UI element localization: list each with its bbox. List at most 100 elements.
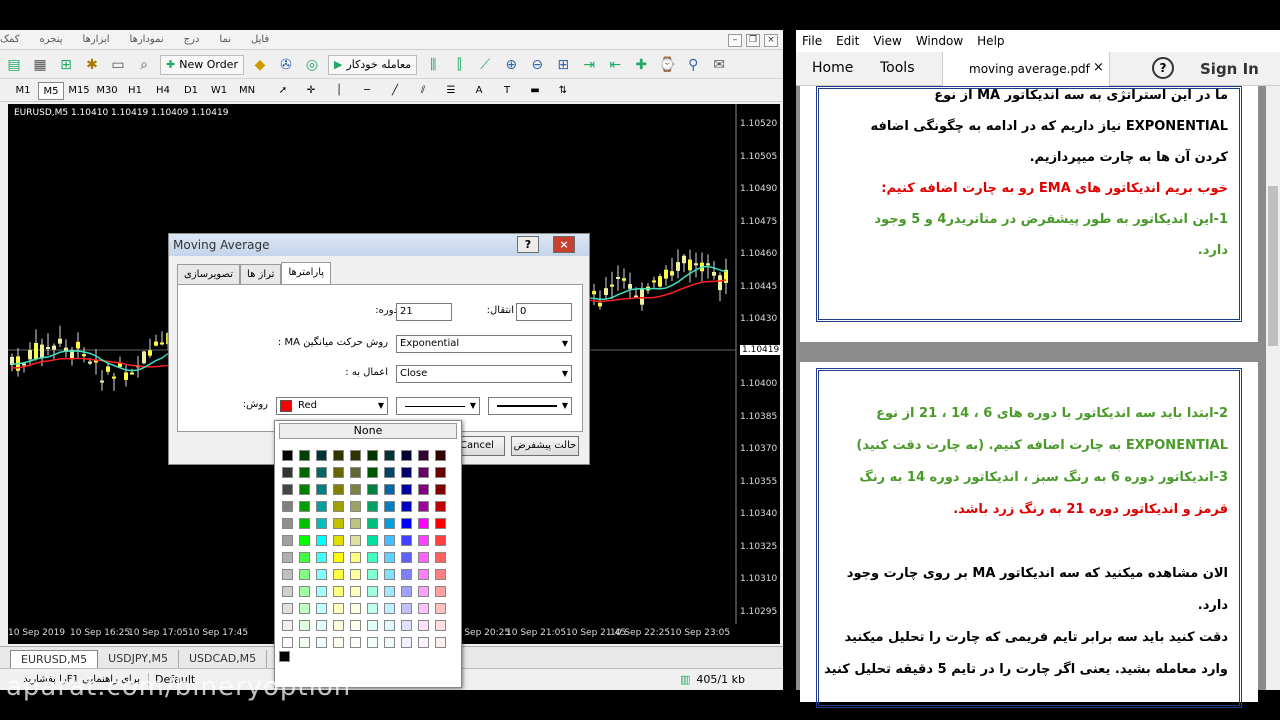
dialog-close-button[interactable]: × (553, 236, 575, 253)
color-swatch-black[interactable] (279, 651, 290, 662)
shift-input[interactable]: 0 (516, 303, 572, 321)
color-swatch[interactable] (313, 566, 330, 583)
restore-button[interactable]: ❐ (746, 34, 760, 47)
color-swatch[interactable] (398, 498, 415, 515)
periods-icon[interactable]: ⌚ (657, 55, 677, 75)
line-width-select[interactable]: ▼ (488, 397, 572, 415)
menu-view[interactable]: View (873, 34, 901, 48)
color-swatch[interactable] (432, 498, 449, 515)
color-swatch[interactable] (415, 549, 432, 566)
tf-m5[interactable]: M5 (38, 81, 64, 100)
menu-window[interactable]: پنجره (40, 34, 63, 45)
color-swatch[interactable] (415, 600, 432, 617)
equidistant-channel-icon[interactable]: ⫽ (410, 82, 436, 100)
color-swatch[interactable] (313, 600, 330, 617)
cursor-icon[interactable]: ➚ (270, 82, 296, 100)
terminal-icon[interactable]: ▭ (108, 55, 128, 75)
color-swatch[interactable] (296, 447, 313, 464)
market-watch-icon[interactable]: ⊞ (56, 55, 76, 75)
more-tools-icon[interactable]: ⇅ (550, 82, 576, 100)
indicators-icon[interactable]: ✚ (631, 55, 651, 75)
color-swatch[interactable] (296, 515, 313, 532)
menu-insert[interactable]: درج (184, 34, 200, 45)
candle-chart-icon[interactable]: ⫿ (449, 55, 469, 75)
autotrading-button[interactable]: ▶ معامله خودکار (327, 54, 418, 75)
color-swatch[interactable] (279, 600, 296, 617)
new-chart-icon[interactable]: ▤ (4, 55, 24, 75)
new-order-button[interactable]: ✚ New Order (160, 54, 244, 75)
tester-icon[interactable]: ⌕ (134, 55, 154, 75)
menu-tools[interactable]: ابزارها (83, 34, 110, 45)
color-swatch[interactable] (279, 617, 296, 634)
color-swatch[interactable] (347, 447, 364, 464)
color-swatch[interactable] (432, 583, 449, 600)
color-swatch[interactable] (313, 634, 330, 651)
color-swatch[interactable] (415, 481, 432, 498)
color-swatch[interactable] (415, 583, 432, 600)
color-swatch[interactable] (364, 515, 381, 532)
color-swatch[interactable] (313, 447, 330, 464)
color-swatch[interactable] (313, 515, 330, 532)
color-swatch[interactable] (398, 583, 415, 600)
color-swatch[interactable] (296, 600, 313, 617)
menu-edit[interactable]: Edit (836, 34, 859, 48)
color-swatch[interactable] (381, 634, 398, 651)
fibonacci-icon[interactable]: ☰ (438, 82, 464, 100)
color-swatch[interactable] (330, 481, 347, 498)
color-swatch[interactable] (432, 447, 449, 464)
menu-charts[interactable]: نمودارها (130, 34, 164, 45)
color-swatch[interactable] (279, 464, 296, 481)
color-swatch[interactable] (381, 498, 398, 515)
color-swatch[interactable] (296, 566, 313, 583)
color-swatch[interactable] (279, 583, 296, 600)
color-swatch[interactable] (296, 481, 313, 498)
color-swatch[interactable] (279, 549, 296, 566)
color-swatch[interactable] (432, 464, 449, 481)
color-swatch[interactable] (347, 498, 364, 515)
color-swatch[interactable] (398, 532, 415, 549)
color-swatch[interactable] (398, 447, 415, 464)
color-swatch[interactable] (330, 464, 347, 481)
color-swatch[interactable] (313, 549, 330, 566)
tab-usdcad[interactable]: USDCAD,M5 (179, 650, 268, 668)
vertical-line-icon[interactable]: │ (326, 82, 352, 100)
signals-icon[interactable]: ◎ (302, 55, 322, 75)
color-swatch[interactable] (364, 481, 381, 498)
color-swatch[interactable] (296, 634, 313, 651)
color-swatch[interactable] (398, 481, 415, 498)
metaeditor-icon[interactable]: ◆ (250, 55, 270, 75)
color-swatch[interactable] (279, 532, 296, 549)
color-swatch[interactable] (364, 447, 381, 464)
color-swatch[interactable] (381, 481, 398, 498)
color-swatch[interactable] (347, 532, 364, 549)
color-none-option[interactable]: None (279, 423, 457, 439)
color-swatch[interactable] (347, 464, 364, 481)
color-swatch[interactable] (398, 600, 415, 617)
document-view[interactable]: ما در این استراتژی به سه اندیکاتور MA از… (796, 86, 1280, 708)
tf-mn[interactable]: MN (234, 82, 260, 100)
color-swatch[interactable] (381, 600, 398, 617)
sign-in-link[interactable]: Sign In (1200, 60, 1259, 78)
color-swatch[interactable] (381, 515, 398, 532)
color-swatch[interactable] (313, 464, 330, 481)
color-swatch[interactable] (415, 498, 432, 515)
color-swatch[interactable] (398, 566, 415, 583)
text-label-icon[interactable]: T (494, 82, 520, 100)
color-swatch[interactable] (330, 447, 347, 464)
autoscroll-icon[interactable]: ⇥ (579, 55, 599, 75)
color-swatch[interactable] (381, 532, 398, 549)
color-swatch[interactable] (330, 515, 347, 532)
color-swatch[interactable] (381, 583, 398, 600)
color-swatch[interactable] (296, 549, 313, 566)
color-swatch[interactable] (330, 600, 347, 617)
color-swatch[interactable] (364, 566, 381, 583)
dialog-help-button[interactable]: ? (517, 236, 539, 253)
profiles-icon[interactable]: ▦ (30, 55, 50, 75)
arrows-icon[interactable]: ▬ (522, 82, 548, 100)
color-swatch[interactable] (415, 447, 432, 464)
color-swatch[interactable] (381, 549, 398, 566)
color-swatch[interactable] (432, 600, 449, 617)
color-swatch[interactable] (313, 481, 330, 498)
zoom-in-icon[interactable]: ⊕ (501, 55, 521, 75)
color-swatch[interactable] (347, 583, 364, 600)
